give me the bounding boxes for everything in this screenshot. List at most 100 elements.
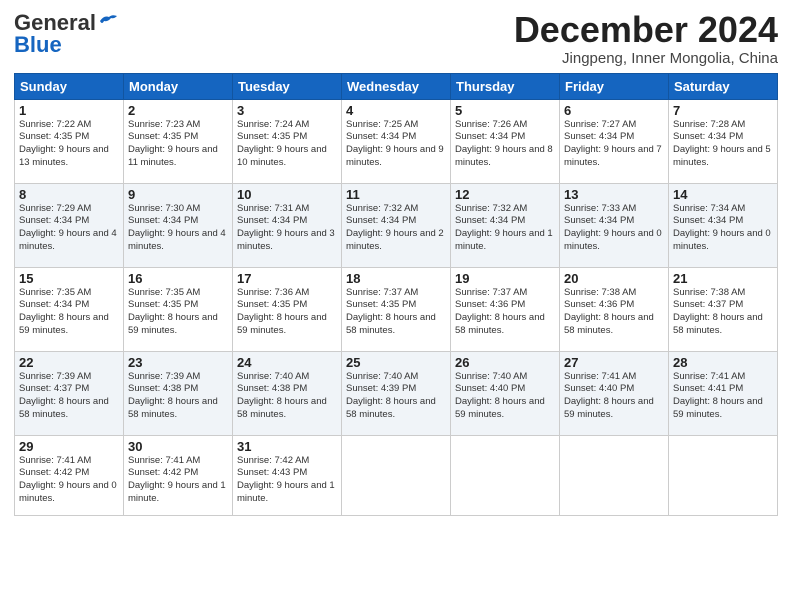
calendar-week-row: 8Sunrise: 7:29 AMSunset: 4:34 PMDaylight… — [15, 183, 778, 267]
calendar-day-cell: 22Sunrise: 7:39 AMSunset: 4:37 PMDayligh… — [15, 351, 124, 435]
day-info: Sunrise: 7:25 AMSunset: 4:34 PMDaylight:… — [346, 119, 446, 170]
day-number: 7 — [673, 103, 773, 118]
day-info: Sunrise: 7:23 AMSunset: 4:35 PMDaylight:… — [128, 119, 228, 170]
day-info: Sunrise: 7:32 AMSunset: 4:34 PMDaylight:… — [346, 203, 446, 254]
day-number: 4 — [346, 103, 446, 118]
day-number: 12 — [455, 187, 555, 202]
day-info: Sunrise: 7:22 AMSunset: 4:35 PMDaylight:… — [19, 119, 119, 170]
calendar-day-cell: 28Sunrise: 7:41 AMSunset: 4:41 PMDayligh… — [669, 351, 778, 435]
day-number: 13 — [564, 187, 664, 202]
day-number: 28 — [673, 355, 773, 370]
day-number: 9 — [128, 187, 228, 202]
calendar-day-cell: 16Sunrise: 7:35 AMSunset: 4:35 PMDayligh… — [124, 267, 233, 351]
calendar-day-cell: 25Sunrise: 7:40 AMSunset: 4:39 PMDayligh… — [342, 351, 451, 435]
day-info: Sunrise: 7:33 AMSunset: 4:34 PMDaylight:… — [564, 203, 664, 254]
calendar-day-cell: 4Sunrise: 7:25 AMSunset: 4:34 PMDaylight… — [342, 99, 451, 183]
day-info: Sunrise: 7:34 AMSunset: 4:34 PMDaylight:… — [673, 203, 773, 254]
day-info: Sunrise: 7:29 AMSunset: 4:34 PMDaylight:… — [19, 203, 119, 254]
day-info: Sunrise: 7:32 AMSunset: 4:34 PMDaylight:… — [455, 203, 555, 254]
day-info: Sunrise: 7:40 AMSunset: 4:39 PMDaylight:… — [346, 371, 446, 422]
day-info: Sunrise: 7:40 AMSunset: 4:40 PMDaylight:… — [455, 371, 555, 422]
day-info: Sunrise: 7:28 AMSunset: 4:34 PMDaylight:… — [673, 119, 773, 170]
day-info: Sunrise: 7:35 AMSunset: 4:35 PMDaylight:… — [128, 287, 228, 338]
day-number: 15 — [19, 271, 119, 286]
calendar-day-cell: 5Sunrise: 7:26 AMSunset: 4:34 PMDaylight… — [451, 99, 560, 183]
day-number: 26 — [455, 355, 555, 370]
calendar-day-cell: 24Sunrise: 7:40 AMSunset: 4:38 PMDayligh… — [233, 351, 342, 435]
day-info: Sunrise: 7:39 AMSunset: 4:37 PMDaylight:… — [19, 371, 119, 422]
calendar-header-friday: Friday — [560, 73, 669, 99]
day-number: 19 — [455, 271, 555, 286]
day-info: Sunrise: 7:31 AMSunset: 4:34 PMDaylight:… — [237, 203, 337, 254]
day-info: Sunrise: 7:42 AMSunset: 4:43 PMDaylight:… — [237, 455, 337, 506]
calendar-week-row: 15Sunrise: 7:35 AMSunset: 4:34 PMDayligh… — [15, 267, 778, 351]
calendar-day-cell: 31Sunrise: 7:42 AMSunset: 4:43 PMDayligh… — [233, 435, 342, 515]
month-title: December 2024 — [514, 10, 778, 50]
calendar-day-cell: 9Sunrise: 7:30 AMSunset: 4:34 PMDaylight… — [124, 183, 233, 267]
day-number: 1 — [19, 103, 119, 118]
page: General Blue December 2024 Jingpeng, Inn… — [0, 0, 792, 612]
day-number: 10 — [237, 187, 337, 202]
day-number: 14 — [673, 187, 773, 202]
day-info: Sunrise: 7:37 AMSunset: 4:35 PMDaylight:… — [346, 287, 446, 338]
calendar-day-cell: 3Sunrise: 7:24 AMSunset: 4:35 PMDaylight… — [233, 99, 342, 183]
day-number: 8 — [19, 187, 119, 202]
day-number: 30 — [128, 439, 228, 454]
calendar-week-row: 22Sunrise: 7:39 AMSunset: 4:37 PMDayligh… — [15, 351, 778, 435]
calendar-day-cell: 19Sunrise: 7:37 AMSunset: 4:36 PMDayligh… — [451, 267, 560, 351]
calendar-day-cell: 1Sunrise: 7:22 AMSunset: 4:35 PMDaylight… — [15, 99, 124, 183]
day-number: 17 — [237, 271, 337, 286]
calendar-week-row: 1Sunrise: 7:22 AMSunset: 4:35 PMDaylight… — [15, 99, 778, 183]
calendar-header-tuesday: Tuesday — [233, 73, 342, 99]
calendar-day-cell: 17Sunrise: 7:36 AMSunset: 4:35 PMDayligh… — [233, 267, 342, 351]
day-number: 29 — [19, 439, 119, 454]
day-info: Sunrise: 7:41 AMSunset: 4:42 PMDaylight:… — [19, 455, 119, 506]
day-number: 20 — [564, 271, 664, 286]
day-info: Sunrise: 7:35 AMSunset: 4:34 PMDaylight:… — [19, 287, 119, 338]
day-number: 31 — [237, 439, 337, 454]
day-info: Sunrise: 7:39 AMSunset: 4:38 PMDaylight:… — [128, 371, 228, 422]
title-block: December 2024 Jingpeng, Inner Mongolia, … — [514, 10, 778, 67]
day-info: Sunrise: 7:38 AMSunset: 4:37 PMDaylight:… — [673, 287, 773, 338]
day-number: 18 — [346, 271, 446, 286]
calendar-day-cell: 8Sunrise: 7:29 AMSunset: 4:34 PMDaylight… — [15, 183, 124, 267]
empty-cell — [560, 435, 669, 515]
day-number: 22 — [19, 355, 119, 370]
calendar-table: SundayMondayTuesdayWednesdayThursdayFrid… — [14, 73, 778, 516]
location-title: Jingpeng, Inner Mongolia, China — [514, 50, 778, 67]
day-number: 23 — [128, 355, 228, 370]
day-info: Sunrise: 7:27 AMSunset: 4:34 PMDaylight:… — [564, 119, 664, 170]
day-number: 2 — [128, 103, 228, 118]
calendar-day-cell: 30Sunrise: 7:41 AMSunset: 4:42 PMDayligh… — [124, 435, 233, 515]
day-info: Sunrise: 7:26 AMSunset: 4:34 PMDaylight:… — [455, 119, 555, 170]
calendar-day-cell: 21Sunrise: 7:38 AMSunset: 4:37 PMDayligh… — [669, 267, 778, 351]
calendar-day-cell: 23Sunrise: 7:39 AMSunset: 4:38 PMDayligh… — [124, 351, 233, 435]
day-number: 3 — [237, 103, 337, 118]
calendar-header-row: SundayMondayTuesdayWednesdayThursdayFrid… — [15, 73, 778, 99]
calendar-day-cell: 2Sunrise: 7:23 AMSunset: 4:35 PMDaylight… — [124, 99, 233, 183]
calendar-day-cell: 18Sunrise: 7:37 AMSunset: 4:35 PMDayligh… — [342, 267, 451, 351]
calendar-header-saturday: Saturday — [669, 73, 778, 99]
day-info: Sunrise: 7:41 AMSunset: 4:40 PMDaylight:… — [564, 371, 664, 422]
day-number: 24 — [237, 355, 337, 370]
empty-cell — [342, 435, 451, 515]
calendar-day-cell: 6Sunrise: 7:27 AMSunset: 4:34 PMDaylight… — [560, 99, 669, 183]
calendar-day-cell: 7Sunrise: 7:28 AMSunset: 4:34 PMDaylight… — [669, 99, 778, 183]
calendar-day-cell: 15Sunrise: 7:35 AMSunset: 4:34 PMDayligh… — [15, 267, 124, 351]
day-info: Sunrise: 7:38 AMSunset: 4:36 PMDaylight:… — [564, 287, 664, 338]
empty-cell — [669, 435, 778, 515]
calendar-day-cell: 10Sunrise: 7:31 AMSunset: 4:34 PMDayligh… — [233, 183, 342, 267]
calendar-header-monday: Monday — [124, 73, 233, 99]
day-info: Sunrise: 7:30 AMSunset: 4:34 PMDaylight:… — [128, 203, 228, 254]
calendar-day-cell: 12Sunrise: 7:32 AMSunset: 4:34 PMDayligh… — [451, 183, 560, 267]
calendar-header-sunday: Sunday — [15, 73, 124, 99]
day-info: Sunrise: 7:37 AMSunset: 4:36 PMDaylight:… — [455, 287, 555, 338]
calendar-day-cell: 11Sunrise: 7:32 AMSunset: 4:34 PMDayligh… — [342, 183, 451, 267]
calendar-day-cell: 27Sunrise: 7:41 AMSunset: 4:40 PMDayligh… — [560, 351, 669, 435]
header: General Blue December 2024 Jingpeng, Inn… — [14, 10, 778, 67]
day-info: Sunrise: 7:40 AMSunset: 4:38 PMDaylight:… — [237, 371, 337, 422]
calendar-day-cell: 26Sunrise: 7:40 AMSunset: 4:40 PMDayligh… — [451, 351, 560, 435]
day-number: 5 — [455, 103, 555, 118]
day-info: Sunrise: 7:24 AMSunset: 4:35 PMDaylight:… — [237, 119, 337, 170]
calendar-day-cell: 20Sunrise: 7:38 AMSunset: 4:36 PMDayligh… — [560, 267, 669, 351]
